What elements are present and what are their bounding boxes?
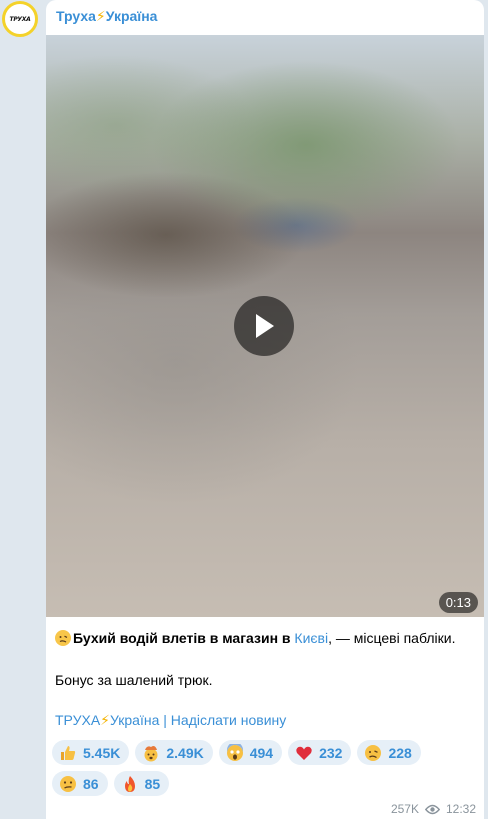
woozy-face-icon <box>55 630 71 646</box>
channel-name-part2: Україна <box>105 8 158 24</box>
reaction-exploding-head[interactable]: 2.49K <box>135 740 213 765</box>
footer-separator: | <box>159 712 171 728</box>
view-count: 257K <box>390 802 419 816</box>
woozy-face-icon <box>364 744 382 762</box>
reaction-count: 232 <box>319 744 343 761</box>
reaction-count: 5.45K <box>83 744 121 761</box>
eye-icon <box>424 804 440 814</box>
message-time: 12:32 <box>445 802 476 816</box>
headline-bold-text: Бухий водій влетів в магазин в <box>73 630 295 646</box>
reactions-bar: 5.45K 2.49K 494 232 228 86 85 <box>52 740 482 796</box>
channel-name-part1: Труха <box>56 8 96 24</box>
reaction-count: 86 <box>83 775 99 792</box>
footer-channel-part1: ТРУХА <box>55 712 101 728</box>
thumbs-up-icon <box>59 744 77 762</box>
reaction-woozy-face[interactable]: 228 <box>357 740 421 765</box>
fire-icon <box>121 775 139 793</box>
reaction-thumbs-up[interactable]: 5.45K <box>52 740 130 765</box>
reaction-count: 494 <box>249 744 274 761</box>
lightning-icon: ⚡ <box>95 8 106 24</box>
video-preview[interactable]: 0:13 <box>46 35 484 617</box>
play-button[interactable] <box>234 296 294 356</box>
reaction-count: 2.49K <box>166 744 204 761</box>
avatar-logo-text: ТРУХА <box>9 15 31 23</box>
kyiv-link[interactable]: Києві <box>294 630 328 646</box>
message-bubble: Труха⚡Україна 0:13 Бухий водій влетів в … <box>46 0 484 819</box>
channel-name-link[interactable]: Труха⚡Україна <box>56 8 157 25</box>
reaction-screaming-face[interactable]: 494 <box>218 740 283 765</box>
video-duration: 0:13 <box>438 592 478 613</box>
footer-channel-link[interactable]: ТРУХА⚡Україна <box>55 712 159 728</box>
post-footer: ТРУХА⚡Україна | Надіслати новину <box>55 712 286 729</box>
footer-lightning-icon: ⚡ <box>100 712 110 728</box>
red-heart-icon <box>295 744 313 762</box>
headline-rest-text: , — місцеві пабліки. <box>328 630 456 646</box>
channel-avatar[interactable]: ТРУХА <box>2 1 38 37</box>
confused-face-icon <box>59 775 77 793</box>
footer-channel-part2: Україна <box>110 712 160 728</box>
post-text: Бухий водій влетів в магазин в Києві, — … <box>55 628 475 690</box>
post-headline: Бухий водій влетів в магазин в Києві, — … <box>55 628 475 648</box>
reaction-red-heart[interactable]: 232 <box>288 740 352 765</box>
exploding-head-icon <box>142 744 160 762</box>
screaming-face-icon <box>226 743 244 762</box>
message-meta: 257K 12:32 <box>391 802 476 816</box>
bonus-line: Бонус за шалений трюк. <box>55 672 213 688</box>
play-icon <box>256 314 274 338</box>
reaction-count: 228 <box>388 744 412 761</box>
reaction-count: 85 <box>144 775 161 792</box>
reaction-fire[interactable]: 85 <box>113 771 170 796</box>
submit-news-link[interactable]: Надіслати новину <box>171 712 286 728</box>
reaction-confused-face[interactable]: 86 <box>52 771 108 796</box>
